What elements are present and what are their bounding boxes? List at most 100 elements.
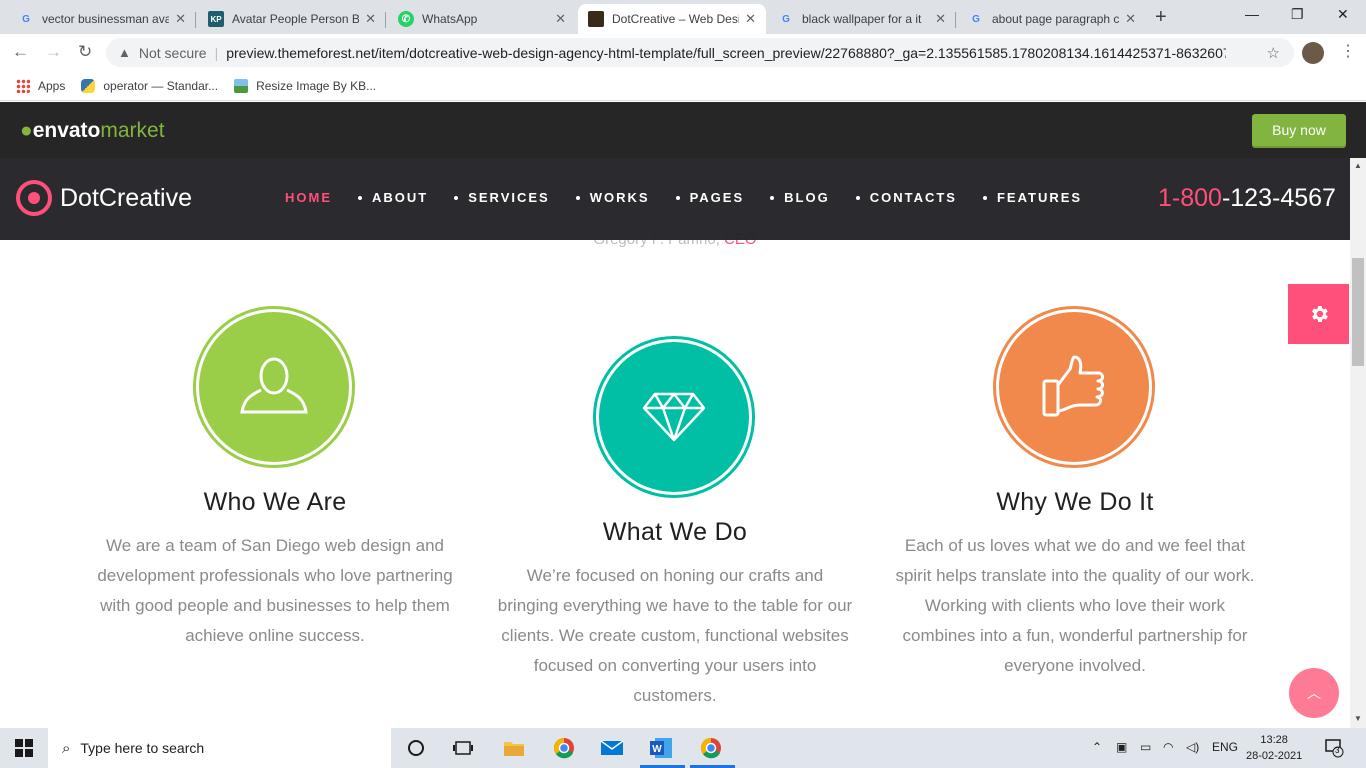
who-we-are-title: Who We Are [203,488,347,516]
who-we-are-badge [193,306,355,468]
why-we-do-it-title: Why We Do It [996,488,1154,516]
new-tab-button[interactable]: + [1155,6,1167,29]
notification-icon[interactable]: 3 [1324,738,1344,758]
meet-now-icon[interactable]: ▣ [1116,740,1127,754]
close-icon[interactable]: ✕ [1125,11,1136,27]
windows-start-button[interactable] [15,739,33,762]
close-window-button[interactable]: ✕ [1337,6,1349,23]
envato-market-logo[interactable]: ●envatomarket [20,119,165,143]
whatsapp-icon: ✆ [398,11,414,27]
page-scrollbar[interactable]: ▲ ▼ [1350,158,1366,728]
who-we-are-section: Who We Are We are a team of San Diego we… [95,488,455,651]
kp-icon: KP [208,11,224,27]
windows-logo-icon [15,739,33,757]
phone-number[interactable]: 1-800-123-4567 [1158,184,1336,213]
browser-tab[interactable]: KP Avatar People Person Bu ✕ [198,4,386,34]
browser-tab[interactable]: G vector businessman avat ✕ [8,4,196,34]
why-we-do-it-text: Each of us loves what we do and we feel … [895,536,1255,675]
what-we-do-section: What We Do We’re focused on honing our c… [495,518,855,711]
chrome-icon[interactable] [552,736,576,760]
chevron-up-icon[interactable]: ⌃ [1092,740,1102,754]
search-icon: ⌕ [62,739,71,757]
word-icon[interactable]: W [649,736,673,760]
scroll-down-arrow-icon[interactable]: ▼ [1354,714,1362,723]
diamond-icon [642,392,706,442]
browser-menu-icon[interactable]: ⋮ [1340,41,1356,61]
security-label[interactable]: Not secure [139,45,207,61]
menu-item-features[interactable]: FEATURES [982,190,1082,205]
browser-toolbar: ← → ↻ ▲ Not secure | preview.themeforest… [0,34,1366,71]
mail-icon[interactable] [600,736,624,760]
who-we-are-text: We are a team of San Diego web design an… [97,536,453,645]
gear-icon [1311,306,1328,322]
file-explorer-icon[interactable] [502,736,526,760]
warning-icon[interactable]: ▲ [118,45,131,60]
logo-mark-icon [16,180,52,216]
bookmarks-bar: Apps operator — Standar... Resize Image … [0,71,1366,101]
page-viewport: Gregory P. Pamno, CEO DotCreative HOME A… [0,158,1350,728]
menu-item-pages[interactable]: PAGES [675,190,745,205]
language-indicator[interactable]: ENG [1212,740,1238,754]
close-icon[interactable]: ✕ [935,11,946,27]
thumbs-up-icon [1042,355,1104,417]
close-icon[interactable]: ✕ [745,11,756,27]
menu-item-services[interactable]: SERVICES [454,190,550,205]
menu-item-works[interactable]: WORKS [575,190,650,205]
browser-tab[interactable]: ✆ WhatsApp ✕ [388,4,576,34]
google-icon: G [22,13,30,25]
battery-icon[interactable]: ▭ [1140,740,1151,754]
menu-item-home[interactable]: HOME [285,190,332,205]
apps-grid-icon [16,78,30,93]
browser-tab-active[interactable]: DotCreative – Web Desi ✕ [578,4,766,34]
task-view-icon[interactable] [451,736,475,760]
google-icon: G [972,13,980,25]
maximize-button[interactable]: ❐ [1291,6,1304,23]
clock[interactable]: 13:28 28-02-2021 [1246,732,1302,764]
chevron-up-icon: ︿ [1307,685,1321,701]
dotcreative-logo[interactable]: DotCreative [16,180,192,216]
menu-item-contacts[interactable]: CONTACTS [855,190,957,205]
close-icon[interactable]: ✕ [175,11,186,27]
scrollbar-thumb[interactable] [1352,258,1364,366]
back-arrow-icon[interactable]: ← [12,42,29,62]
cortana-icon[interactable] [404,736,428,760]
browser-tab-strip: G vector businessman avat ✕ KP Avatar Pe… [0,0,1366,34]
envato-market-bar: ●envatomarket [0,102,1366,158]
profile-avatar[interactable] [1302,42,1324,64]
main-menu: HOME ABOUT SERVICES WORKS PAGES BLOG CON… [285,190,1108,205]
close-icon[interactable]: ✕ [555,11,566,27]
windows-taskbar: ⌕ Type here to search W ⌃ ▣ ▭ ◠ ◁) ENG 1… [0,728,1366,768]
what-we-do-title: What We Do [602,518,748,546]
python-icon [81,78,96,93]
scroll-up-arrow-icon[interactable]: ▲ [1354,161,1362,170]
settings-toggle-button[interactable] [1288,284,1349,344]
volume-icon[interactable]: ◁) [1186,740,1199,754]
address-bar[interactable]: ▲ Not secure | preview.themeforest.net/i… [106,38,1294,67]
svg-text:W: W [652,744,662,755]
bookmark-operator[interactable]: operator — Standar... [81,78,218,93]
url-text[interactable]: preview.themeforest.net/item/dotcreative… [226,45,1226,61]
bookmark-resize-image[interactable]: Resize Image By KB... [234,78,376,93]
scroll-to-top-button[interactable]: ︿ [1289,668,1339,718]
themeforest-icon [588,11,604,27]
why-we-do-it-section: Why We Do It Each of us loves what we do… [895,488,1255,681]
buy-now-button[interactable]: Buy now [1252,114,1346,146]
forward-arrow-icon[interactable]: → [45,42,62,62]
browser-tab[interactable]: G black wallpaper for a it ✕ [768,4,956,34]
chrome-active-icon[interactable] [699,736,723,760]
bookmark-star-icon[interactable]: ☆ [1267,44,1280,62]
close-icon[interactable]: ✕ [365,11,376,27]
notification-count: 3 [1335,746,1340,755]
menu-item-about[interactable]: ABOUT [358,190,428,205]
why-we-do-it-badge [993,306,1155,468]
bookmark-apps[interactable]: Apps [16,78,65,93]
reload-icon[interactable]: ↻ [78,42,92,62]
browser-tab[interactable]: G about page paragraph c ✕ [958,4,1146,34]
minimize-button[interactable]: — [1245,6,1259,22]
taskbar-search-box[interactable]: ⌕ Type here to search [48,728,391,768]
google-icon: G [782,13,790,25]
user-icon [240,357,308,414]
site-navbar: DotCreative HOME ABOUT SERVICES WORKS PA… [0,158,1350,240]
menu-item-blog[interactable]: BLOG [770,190,830,205]
wifi-icon[interactable]: ◠ [1163,740,1173,754]
